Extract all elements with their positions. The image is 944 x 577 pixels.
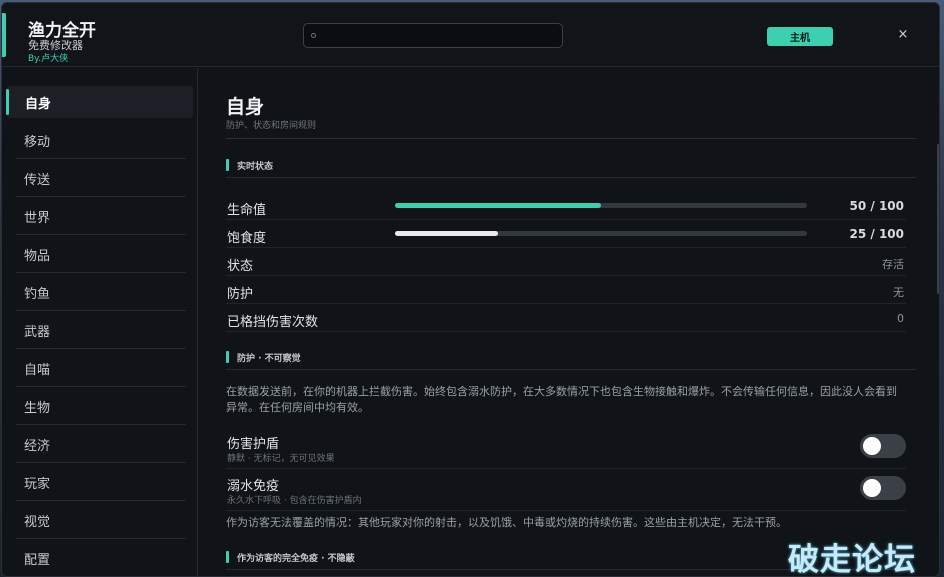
- guest-description: 作为访客无法覆盖的情况：其他玩家对你的射击，以及饥饿、中毒或灼烧的持续伤害。这些…: [226, 516, 787, 529]
- hunger-bar: [395, 231, 807, 236]
- search-icon: [311, 33, 316, 38]
- accent-bar: [2, 13, 6, 57]
- sidebar-item-world[interactable]: 世界: [16, 198, 186, 235]
- toggle-knob: [863, 479, 881, 497]
- sidebar-item-self[interactable]: 自身: [6, 86, 193, 118]
- hunger-value: 25 / 100: [849, 227, 905, 241]
- page-title: 自身: [226, 96, 265, 118]
- section-label: 实时状态: [237, 162, 274, 172]
- protection-value: 无: [893, 286, 904, 299]
- health-bar-fill: [395, 203, 601, 208]
- drown-immunity-row: 溺水免疫 永久水下呼吸 · 包含在伤害护盾内: [226, 473, 906, 511]
- state-label: 状态: [227, 259, 254, 274]
- section-marker: [226, 351, 229, 363]
- health-value: 50 / 100: [849, 199, 905, 213]
- health-row: 生命值 50 / 100: [226, 192, 906, 220]
- title-divider: [226, 138, 916, 139]
- sidebar-item-config[interactable]: 配置: [16, 540, 186, 576]
- health-label: 生命值: [227, 203, 267, 218]
- hunger-bar-fill: [395, 231, 498, 236]
- drown-immunity-title: 溺水免疫: [227, 479, 280, 494]
- sidebar-item-creatures[interactable]: 生物: [16, 388, 186, 425]
- sidebar-item-economy[interactable]: 经济: [16, 426, 186, 463]
- damage-shield-title: 伤害护盾: [227, 437, 280, 452]
- main-panel: 自身 防护、状态和房间规则 实时状态 生命值 50 / 100 饱食度 25 /…: [199, 68, 939, 576]
- sidebar-item-items[interactable]: 物品: [16, 236, 186, 273]
- section-marker: [226, 551, 229, 563]
- protection-row: 防护 无: [226, 276, 906, 304]
- sidebar-item-players[interactable]: 玩家: [16, 464, 186, 501]
- drown-immunity-sub: 永久水下呼吸 · 包含在伤害护盾内: [227, 496, 362, 506]
- search-box[interactable]: [303, 23, 563, 48]
- sidebar-item-aim[interactable]: 自喵: [16, 350, 186, 387]
- watermark-text: 破走论坛: [788, 542, 916, 577]
- scrollbar[interactable]: [937, 144, 939, 294]
- sidebar-item-fishing[interactable]: 钓鱼: [16, 274, 186, 311]
- blocked-row: 已格挡伤害次数 0: [226, 304, 906, 332]
- app-window: 渔力全开 免费修改器 By.卢大侠 主机 × 自身 移动 传送 世界 物品 钓鱼…: [1, 2, 940, 577]
- drown-immunity-toggle[interactable]: [860, 476, 906, 500]
- toggle-knob: [863, 437, 881, 455]
- title-bar: 渔力全开 免费修改器 By.卢大侠 主机 ×: [2, 3, 939, 67]
- hunger-label: 饱食度: [227, 231, 267, 246]
- blocked-value: 0: [897, 312, 904, 325]
- sidebar-item-teleport[interactable]: 传送: [16, 160, 186, 197]
- blocked-label: 已格挡伤害次数: [227, 315, 319, 330]
- protection-description: 在数据发送前，在你的机器上拦截伤害。始终包含溺水防护，在大多数情况下也包含生物接…: [226, 385, 897, 414]
- section-live-status: 实时状态: [226, 156, 916, 178]
- health-bar: [395, 203, 807, 208]
- section-label: 防护 · 不可察觉: [237, 354, 301, 364]
- app-author: By.卢大侠: [28, 54, 69, 64]
- state-value: 存活: [882, 258, 904, 271]
- state-row: 状态 存活: [226, 248, 906, 276]
- sidebar-item-visual[interactable]: 视觉: [16, 502, 186, 539]
- page-subtitle: 防护、状态和房间规则: [226, 121, 317, 131]
- damage-shield-sub: 静默 · 无标记，无可见效果: [227, 454, 335, 464]
- host-button[interactable]: 主机: [767, 27, 833, 46]
- close-icon[interactable]: ×: [895, 26, 911, 44]
- section-protection: 防护 · 不可察觉: [226, 348, 916, 370]
- section-marker: [226, 159, 229, 171]
- damage-shield-row: 伤害护盾 静默 · 无标记，无可见效果: [226, 431, 906, 469]
- hunger-row: 饱食度 25 / 100: [226, 220, 906, 248]
- sidebar: 自身 移动 传送 世界 物品 钓鱼 武器 自喵 生物 经济 玩家 视觉 配置: [2, 68, 198, 576]
- sidebar-item-weapons[interactable]: 武器: [16, 312, 186, 349]
- protection-label: 防护: [227, 287, 254, 302]
- search-input[interactable]: [322, 26, 557, 45]
- sidebar-item-movement[interactable]: 移动: [16, 122, 186, 159]
- damage-shield-toggle[interactable]: [860, 434, 906, 458]
- section-label: 作为访客的完全免疫 · 不隐蔽: [237, 554, 355, 564]
